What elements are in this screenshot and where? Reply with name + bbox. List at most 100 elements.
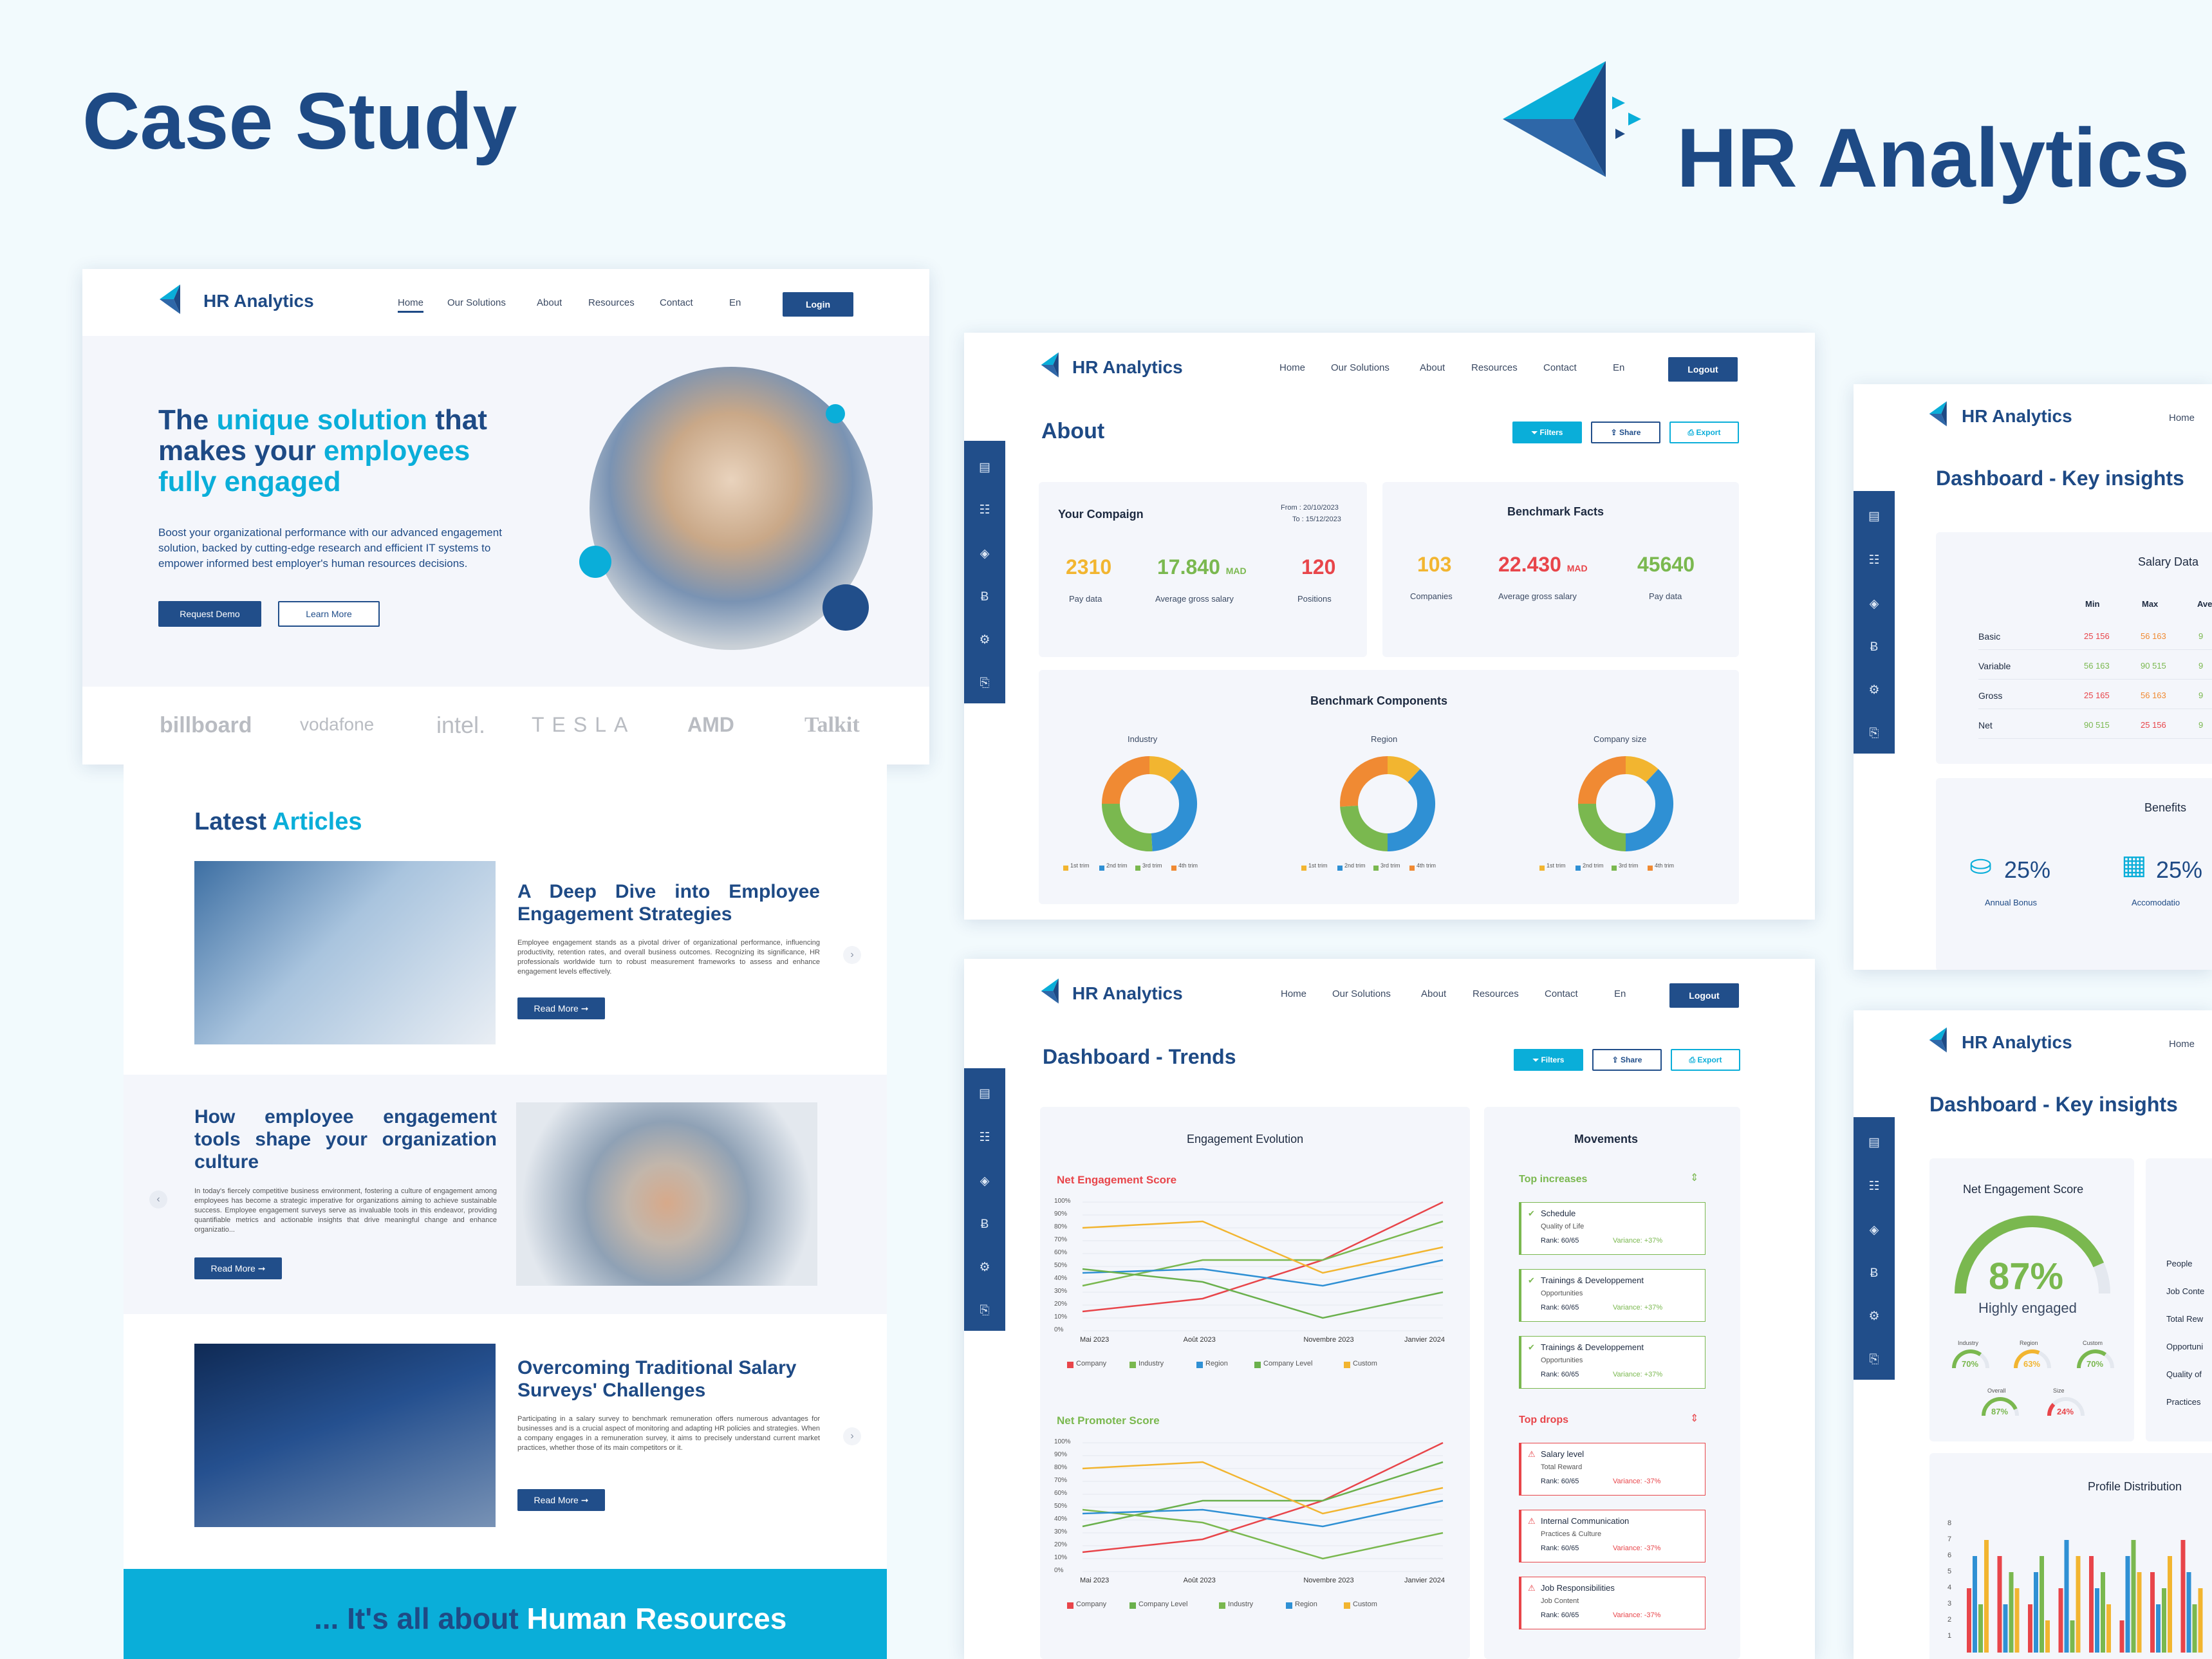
articles-heading-a: Latest	[194, 808, 273, 835]
nav-solutions[interactable]: Our Solutions	[1332, 988, 1391, 999]
hero-dot-decor	[826, 404, 845, 423]
chat-icon[interactable]: ⎘	[1854, 727, 1895, 741]
bold-icon[interactable]: Ƀ	[1854, 1266, 1895, 1281]
legend-label: Industry	[1139, 1360, 1164, 1367]
logout-button[interactable]: Logout	[1669, 983, 1739, 1008]
donut-chart-company-size	[1578, 756, 1673, 851]
users-icon[interactable]: ☷	[1854, 1179, 1895, 1194]
salary-label: Salary Data	[2138, 555, 2199, 568]
bold-icon[interactable]: Ƀ	[964, 590, 1005, 604]
layers-icon[interactable]: ◈	[1854, 597, 1895, 611]
layers-icon[interactable]: ◈	[1854, 1223, 1895, 1237]
logo-amd: AMD	[687, 713, 734, 736]
bar	[2168, 1556, 2172, 1653]
nes-label: Net Engagement Score	[1963, 1183, 2084, 1196]
bar	[2070, 1620, 2075, 1653]
filters-button[interactable]: ⏷ Filters	[1512, 422, 1582, 443]
learn-more-button[interactable]: Learn More	[278, 601, 380, 627]
nav-resources[interactable]: Resources	[1473, 988, 1519, 999]
nav-home[interactable]: Home	[1279, 362, 1305, 373]
nav-lang[interactable]: En	[1613, 362, 1624, 373]
nav-solutions[interactable]: Our Solutions	[447, 297, 506, 308]
layers-icon[interactable]: ◈	[964, 1174, 1005, 1189]
gear-icon[interactable]: ⚙	[964, 1260, 1005, 1275]
gear-icon[interactable]: ⚙	[1854, 1309, 1895, 1324]
nav-solutions[interactable]: Our Solutions	[1331, 362, 1389, 373]
bold-icon[interactable]: Ƀ	[1854, 640, 1895, 654]
nav-lang[interactable]: En	[729, 297, 741, 308]
nav-home[interactable]: Home	[2169, 1039, 2195, 1050]
nav-home[interactable]: Home	[1281, 988, 1306, 999]
profile-bar-chart	[1967, 1540, 2203, 1653]
export-button[interactable]: ⎙ Export	[1669, 422, 1739, 443]
bar	[2137, 1572, 2142, 1653]
mini-gauge-value: 24%	[2057, 1407, 2074, 1416]
page-title: Case Study	[82, 77, 517, 166]
nav-lang[interactable]: En	[1614, 988, 1626, 999]
login-button[interactable]: Login	[783, 292, 853, 317]
chat-icon[interactable]: ⎘	[964, 676, 1005, 690]
nav-logo-icon	[1041, 978, 1059, 1004]
chat-icon[interactable]: ⎘	[1854, 1353, 1895, 1367]
nav-home[interactable]: Home	[2169, 412, 2195, 423]
share-button[interactable]: ⇪ Share	[1592, 1049, 1662, 1071]
engagement-title: Engagement Evolution	[1187, 1133, 1304, 1145]
donut-slice-1st-trim	[1387, 756, 1420, 783]
nav-resources[interactable]: Resources	[1471, 362, 1518, 373]
layers-icon[interactable]: ◈	[964, 546, 1005, 561]
logo-tesla: TESLA	[532, 713, 636, 736]
benchmark-stat-3-label: Pay data	[1649, 591, 1682, 601]
bar	[2198, 1588, 2203, 1653]
article-1-text: Employee engagement stands as a pivotal …	[517, 939, 820, 976]
nav-home[interactable]: Home	[398, 297, 424, 313]
salary-min: 56 163	[2084, 661, 2110, 671]
layout-icon[interactable]: ▤	[964, 1086, 1005, 1101]
legend-label: Company	[1076, 1600, 1107, 1608]
bar	[2131, 1540, 2136, 1653]
nav-contact[interactable]: Contact	[1545, 988, 1578, 999]
export-button[interactable]: ⎙ Export	[1671, 1049, 1740, 1071]
article-1-image	[194, 861, 496, 1044]
users-icon[interactable]: ☷	[964, 1130, 1005, 1145]
benchmark-stat-2-value: 22.430 MAD	[1498, 553, 1588, 577]
bar	[2162, 1588, 2166, 1653]
nav-about[interactable]: About	[1420, 362, 1445, 373]
nav-about[interactable]: About	[537, 297, 562, 308]
nav-contact[interactable]: Contact	[660, 297, 693, 308]
donut-1-title: Industry	[1128, 734, 1158, 744]
nav-contact[interactable]: Contact	[1543, 362, 1577, 373]
users-icon[interactable]: ☷	[964, 503, 1005, 517]
landing-page-card: HR Analytics Home Our Solutions About Re…	[82, 269, 929, 765]
salary-max: 56 163	[2141, 631, 2166, 641]
hero-heading-2: makes your employees	[158, 435, 470, 467]
nav-resources[interactable]: Resources	[588, 297, 635, 308]
layout-icon[interactable]: ▤	[964, 460, 1005, 475]
chat-icon[interactable]: ⎘	[964, 1304, 1005, 1318]
carousel-next-icon[interactable]: ›	[843, 946, 861, 964]
gear-icon[interactable]: ⚙	[1854, 683, 1895, 698]
layout-icon[interactable]: ▤	[1854, 509, 1895, 524]
request-demo-button[interactable]: Request Demo	[158, 601, 261, 627]
article-1-read-more[interactable]: Read More ➞	[517, 997, 605, 1019]
gear-icon[interactable]: ⚙	[964, 633, 1005, 647]
users-icon[interactable]: ☷	[1854, 553, 1895, 568]
legend-swatch	[1539, 866, 1545, 871]
legend-label: 2nd trim	[1583, 862, 1604, 869]
carousel-next-icon[interactable]: ›	[843, 1427, 861, 1445]
legend-swatch	[1344, 1602, 1350, 1609]
article-3-read-more[interactable]: Read More ➞	[517, 1489, 605, 1511]
bold-icon[interactable]: Ƀ	[964, 1218, 1005, 1232]
movement-rank: Rank: 60/65	[1541, 1478, 1579, 1485]
carousel-prev-icon[interactable]: ‹	[149, 1191, 167, 1209]
y-tick-label: 100%	[1054, 1438, 1071, 1445]
article-2-read-more[interactable]: Read More ➞	[194, 1257, 282, 1279]
nav-about[interactable]: About	[1421, 988, 1446, 999]
logout-button[interactable]: Logout	[1668, 357, 1738, 382]
y-tick-label: 90%	[1054, 1451, 1068, 1458]
legend-label: Company Level	[1139, 1600, 1188, 1608]
filters-button[interactable]: ⏷ Filters	[1514, 1049, 1583, 1071]
layout-icon[interactable]: ▤	[1854, 1135, 1895, 1150]
share-button[interactable]: ⇪ Share	[1591, 422, 1660, 443]
increases-toggle-icon[interactable]: ⇕	[1690, 1171, 1698, 1184]
drops-toggle-icon[interactable]: ⇕	[1690, 1412, 1698, 1425]
